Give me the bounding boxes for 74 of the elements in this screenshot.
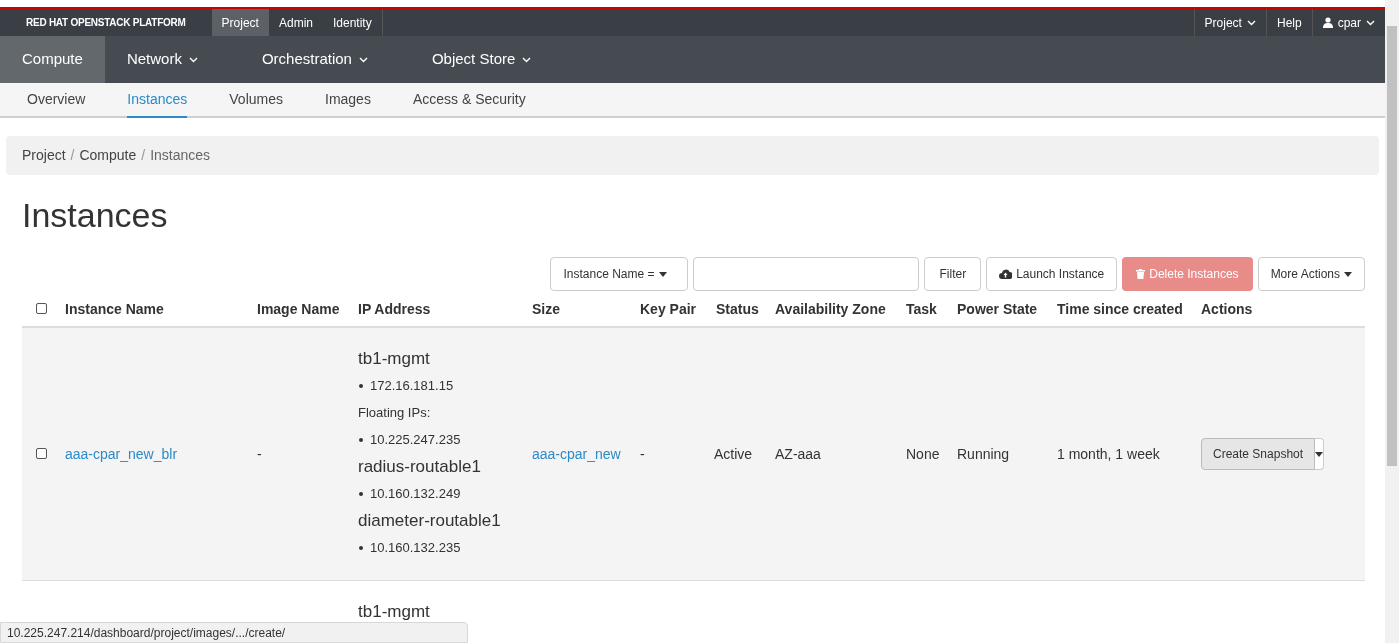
column-header: Key Pair (640, 301, 697, 317)
column-header: Instance Name (65, 301, 164, 317)
sub-tab[interactable]: Images (325, 83, 371, 118)
launch-instance-button[interactable]: Launch Instance (986, 257, 1118, 291)
breadcrumb-link[interactable]: Project (22, 145, 66, 166)
caret-icon (658, 271, 667, 277)
sub-tab[interactable]: Overview (27, 83, 86, 118)
network-name: radius-routable1 (358, 456, 482, 478)
column-header: Actions (1201, 301, 1253, 317)
create-snapshot-button[interactable]: Create Snapshot (1201, 438, 1316, 470)
column-header: Task (906, 301, 937, 317)
ip-address: 172.16.181.15 (370, 377, 454, 396)
table-cell: 1 month, 1 week (1057, 445, 1160, 462)
table-cell: AZ-aaa (775, 445, 821, 462)
caret-icon (1315, 451, 1324, 457)
brand-logo: RED HAT OPENSTACK PLATFORM (25, 16, 187, 30)
dashboard-tab[interactable]: Compute (0, 36, 105, 83)
bullet-icon (359, 384, 363, 388)
ip-address: 10.160.132.249 (370, 485, 461, 504)
dashboard-tab[interactable]: Network (104, 36, 220, 83)
flavor-link[interactable]: aaa-cpar_new (532, 445, 621, 462)
checkbox[interactable] (36, 447, 47, 459)
breadcrumb-separator: / (70, 146, 75, 165)
checkbox[interactable] (36, 303, 47, 314)
filter-button[interactable]: Filter (924, 257, 982, 291)
table-cell: Active (714, 445, 753, 462)
scrollbar[interactable] (1385, 0, 1399, 643)
caret-icon (1344, 271, 1352, 277)
column-header: Size (532, 301, 560, 317)
network-name: tb1-mgmt (358, 348, 431, 370)
sub-tab[interactable]: Access & Security (412, 83, 526, 118)
dashboard-tab[interactable]: Object Store (409, 36, 554, 83)
column-header: Power State (957, 301, 1038, 317)
table-cell: - (640, 445, 645, 462)
bullet-icon (359, 492, 363, 496)
trash-icon (1136, 269, 1146, 279)
ip-address: 10.225.247.235 (370, 431, 461, 450)
page-title: Instances (22, 195, 169, 236)
ip-address: 10.160.132.235 (370, 539, 461, 558)
bullet-icon (359, 546, 363, 550)
status-url: 10.225.247.214/dashboard/project/images/.../create/ (0, 622, 468, 643)
column-header: Image Name (257, 301, 340, 317)
chevron-down-icon (522, 56, 532, 63)
more-actions-button[interactable]: More Actions (1257, 257, 1365, 291)
chevron-down-icon (358, 56, 368, 63)
filter-input[interactable] (693, 257, 920, 291)
chevron-down-icon (188, 56, 198, 63)
sub-tab[interactable]: Instances (127, 83, 188, 118)
breadcrumb-separator: / (141, 146, 146, 165)
breadcrumb-link[interactable]: Compute (79, 145, 137, 166)
network-name: diameter-routable1 (358, 510, 502, 532)
dashboard-tab[interactable]: Orchestration (239, 36, 390, 83)
table-cell: - (257, 445, 262, 462)
network-name: tb1-mgmt (358, 601, 431, 623)
nav-tab[interactable]: Project (211, 9, 269, 36)
breadcrumb-current: Instances (150, 146, 211, 165)
bullet-icon (359, 438, 363, 442)
column-header: IP Address (358, 301, 431, 317)
column-header: Time since created (1057, 301, 1183, 317)
chevron-down-icon (1366, 19, 1375, 26)
filter-select[interactable]: Instance Name = (550, 257, 689, 291)
column-header: Availability Zone (775, 301, 886, 317)
actions-dropdown-button[interactable] (1315, 438, 1325, 470)
chevron-down-icon (1246, 19, 1256, 26)
column-header: Status (716, 301, 759, 317)
nav-tab[interactable]: Identity (323, 9, 382, 36)
user-icon (1322, 17, 1333, 28)
instance-link[interactable]: aaa-cpar_new_blr (65, 445, 178, 462)
sub-tab[interactable]: Volumes (229, 83, 283, 118)
table-cell: None (906, 445, 940, 462)
nav-tab[interactable]: Admin (268, 9, 323, 36)
cloud-upload-icon (999, 269, 1013, 279)
floating-ips-label: Floating IPs: (358, 404, 432, 423)
table-cell: Running (957, 445, 1010, 462)
